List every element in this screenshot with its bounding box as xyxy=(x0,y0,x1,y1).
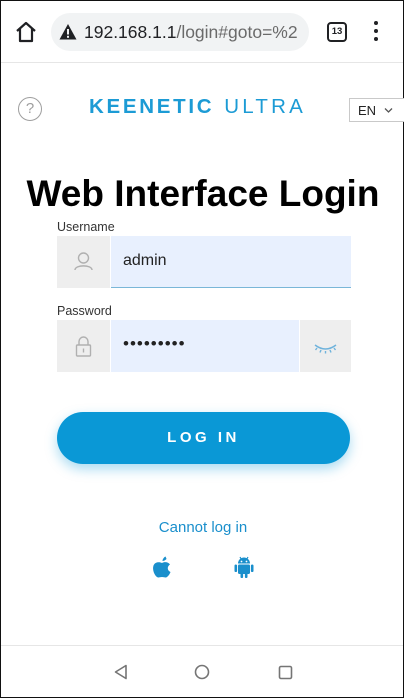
language-select[interactable]: EN xyxy=(349,98,404,122)
help-icon[interactable]: ? xyxy=(18,97,42,121)
system-nav-bar xyxy=(1,645,403,697)
brand-name: KEENETIC xyxy=(89,95,215,118)
eye-closed-icon xyxy=(314,344,337,354)
back-icon[interactable] xyxy=(113,664,129,680)
brand-logo: KEENETIC ULTRA xyxy=(89,95,306,119)
tab-switcher-button[interactable]: 13 xyxy=(327,22,347,42)
address-bar[interactable]: 192.168.1.1/login#goto=%2 xyxy=(51,13,309,51)
warning-icon[interactable] xyxy=(59,23,77,41)
language-value: EN xyxy=(358,103,377,118)
show-password-toggle[interactable] xyxy=(300,320,351,372)
login-button[interactable]: LOG IN xyxy=(57,412,350,464)
password-field[interactable]: ••••••••• xyxy=(57,320,351,372)
kebab-menu-icon[interactable] xyxy=(373,21,379,45)
apple-icon[interactable] xyxy=(151,555,173,579)
home-icon[interactable] xyxy=(13,19,39,45)
chevron-down-icon xyxy=(384,108,393,113)
username-field[interactable]: admin xyxy=(57,236,351,288)
password-icon-box xyxy=(57,320,110,372)
lock-icon xyxy=(75,336,92,357)
cannot-login-link[interactable]: Cannot log in xyxy=(1,519,404,536)
user-icon xyxy=(74,252,93,271)
url-path: /login#goto=%2 xyxy=(176,22,298,42)
username-input[interactable]: admin xyxy=(111,236,351,288)
username-icon-box xyxy=(57,236,110,288)
android-icon[interactable] xyxy=(233,555,255,579)
model-name: ULTRA xyxy=(224,95,306,118)
url-host: 192.168.1.1 xyxy=(84,22,177,42)
browser-toolbar: 192.168.1.1/login#goto=%2 13 xyxy=(1,1,403,63)
recents-icon[interactable] xyxy=(278,665,293,680)
password-label: Password xyxy=(57,304,112,318)
home-circle-icon[interactable] xyxy=(194,664,210,680)
username-label: Username xyxy=(57,220,115,234)
url-text: 192.168.1.1/login#goto=%2 xyxy=(84,22,298,43)
password-input[interactable]: ••••••••• xyxy=(111,320,299,372)
page-title: Web Interface Login xyxy=(26,173,380,214)
